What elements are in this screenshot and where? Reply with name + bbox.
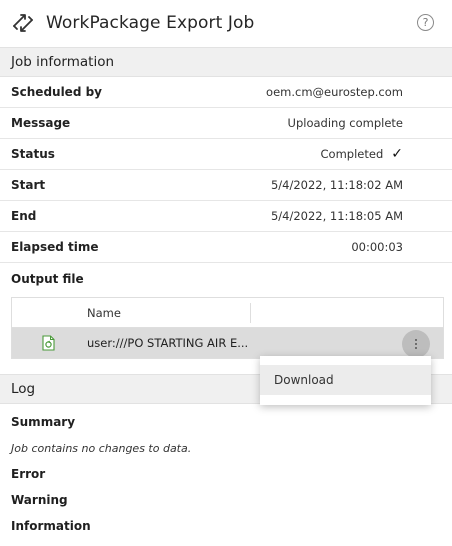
info-row-end: End 5/4/2022, 11:18:05 AM (0, 201, 452, 232)
job-info-list: Scheduled by oem.cm@eurostep.com Message… (0, 77, 452, 263)
error-label: Error (11, 467, 46, 481)
info-value: Uploading complete (287, 116, 403, 130)
info-label: Start (11, 178, 46, 192)
info-label: End (11, 209, 37, 223)
file-name: user:///PO STARTING AIR E... (87, 336, 249, 350)
file-icon (42, 335, 55, 351)
output-file-label: Output file (11, 271, 84, 286)
more-vertical-icon (415, 339, 417, 349)
info-row-start: Start 5/4/2022, 11:18:02 AM (0, 170, 452, 201)
info-row-message: Message Uploading complete (0, 108, 452, 139)
summary-label: Summary (11, 415, 76, 429)
panel-header: WorkPackage Export Job ? (0, 0, 452, 46)
info-row-status: Status Completed ✓ (0, 139, 452, 170)
info-value: 5/4/2022, 11:18:02 AM (270, 178, 403, 192)
job-information-heading: Job information (0, 47, 452, 77)
info-label: Message (11, 116, 71, 130)
help-icon[interactable]: ? (417, 14, 434, 31)
context-menu: Download (260, 356, 431, 405)
table-header: Name (12, 298, 443, 328)
column-divider (250, 303, 251, 323)
table-row[interactable]: user:///PO STARTING AIR E... (12, 328, 443, 358)
status-value: Completed (320, 147, 384, 161)
column-header-name[interactable]: Name (87, 306, 121, 320)
summary-text: Job contains no changes to data. (11, 441, 192, 455)
information-label: Information (11, 519, 91, 533)
info-row-elapsed-time: Elapsed time 00:00:03 (0, 232, 452, 263)
info-label: Elapsed time (11, 240, 99, 254)
menu-item-download[interactable]: Download (260, 365, 431, 395)
info-row-scheduled-by: Scheduled by oem.cm@eurostep.com (0, 77, 452, 108)
info-label: Scheduled by (11, 85, 103, 99)
info-value: 00:00:03 (351, 240, 403, 254)
info-value: 5/4/2022, 11:18:05 AM (270, 209, 403, 223)
info-label: Status (11, 147, 55, 161)
check-icon: ✓ (391, 146, 403, 162)
status-value-wrap: Completed ✓ (321, 146, 403, 162)
output-file-table: Name user:///PO STARTING AIR E... (11, 297, 444, 359)
info-value: oem.cm@eurostep.com (266, 85, 403, 99)
export-arrows-icon (10, 10, 36, 36)
more-options-button[interactable] (402, 330, 430, 358)
page-title: WorkPackage Export Job (46, 13, 255, 33)
warning-label: Warning (11, 493, 68, 507)
